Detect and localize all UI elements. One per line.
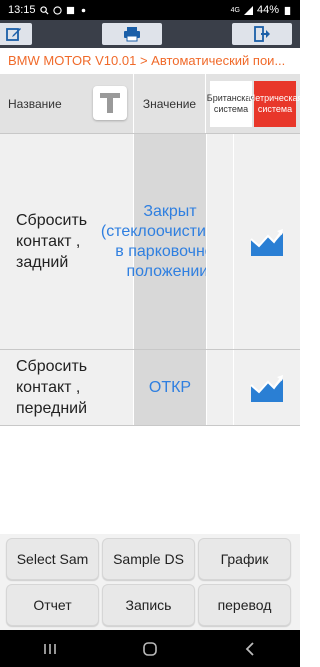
table-row[interactable]: Сбросить контакт , передний ОТКР — [0, 350, 300, 426]
column-header-name-label: Название — [8, 96, 62, 111]
toolbar — [0, 20, 300, 48]
system-nav-bar — [0, 630, 300, 667]
clock: 13:15 — [8, 4, 36, 16]
chart-trend-icon — [250, 228, 283, 256]
row-spacer — [206, 350, 234, 425]
record-button[interactable]: Запись — [102, 584, 195, 626]
font-size-button[interactable] — [93, 86, 127, 120]
back-icon — [245, 641, 254, 656]
recent-apps-icon — [44, 643, 56, 654]
action-buttons: Select Sam Sample DS График Отчет Запись… — [0, 534, 300, 630]
unit-metric-button[interactable]: Метрическая система — [248, 80, 302, 127]
table-header: Название Значение Британская система Мет… — [0, 74, 302, 134]
column-header-name: Название — [0, 74, 134, 133]
graph-button[interactable]: График — [198, 538, 291, 580]
exit-button[interactable] — [232, 23, 292, 45]
report-button[interactable]: Отчет — [6, 584, 99, 626]
home-button[interactable] — [135, 639, 165, 659]
battery-icon — [284, 6, 291, 15]
signal-icon — [243, 5, 253, 15]
back-button[interactable] — [235, 639, 265, 659]
edit-icon — [6, 28, 21, 41]
whatsapp-icon — [52, 5, 62, 15]
home-icon — [143, 641, 157, 656]
unit-british-button[interactable]: Британская система — [207, 80, 255, 127]
text-icon — [100, 93, 120, 113]
chart-trend-icon — [250, 374, 283, 402]
exit-icon — [254, 26, 270, 42]
network-type: 4G — [230, 6, 240, 14]
printer-icon — [124, 27, 140, 42]
graph-toggle[interactable] — [234, 350, 300, 425]
dot-icon — [81, 8, 85, 12]
row-spacer — [206, 134, 234, 349]
gallery-icon — [66, 6, 74, 14]
edit-button[interactable] — [0, 23, 32, 45]
breadcrumb: BMW MOTOR V10.01 > Автоматический пои... — [0, 48, 300, 74]
translate-button[interactable]: перевод — [198, 584, 291, 626]
table-row[interactable]: Сбросить контакт , задний Закрыт (стекло… — [0, 134, 300, 350]
data-table: Название Значение Британская система Мет… — [0, 74, 302, 426]
battery-level: 44% — [256, 4, 279, 16]
row-value: ОТКР — [134, 350, 206, 425]
unit-toggle: Британская система Метрическая система — [206, 74, 302, 133]
search-icon — [39, 5, 49, 15]
column-header-value: Значение — [134, 74, 206, 133]
select-sample-button[interactable]: Select Sam — [6, 538, 99, 580]
row-name: Сбросить контакт , передний — [0, 350, 134, 425]
sample-ds-button[interactable]: Sample DS — [102, 538, 195, 580]
status-bar: 13:15 4G 44% — [0, 0, 300, 20]
recent-apps-button[interactable] — [35, 639, 65, 659]
print-button[interactable] — [102, 23, 162, 45]
row-value: Закрыт (стеклоочиститель в парковочном п… — [101, 134, 239, 349]
graph-toggle[interactable] — [234, 134, 300, 349]
